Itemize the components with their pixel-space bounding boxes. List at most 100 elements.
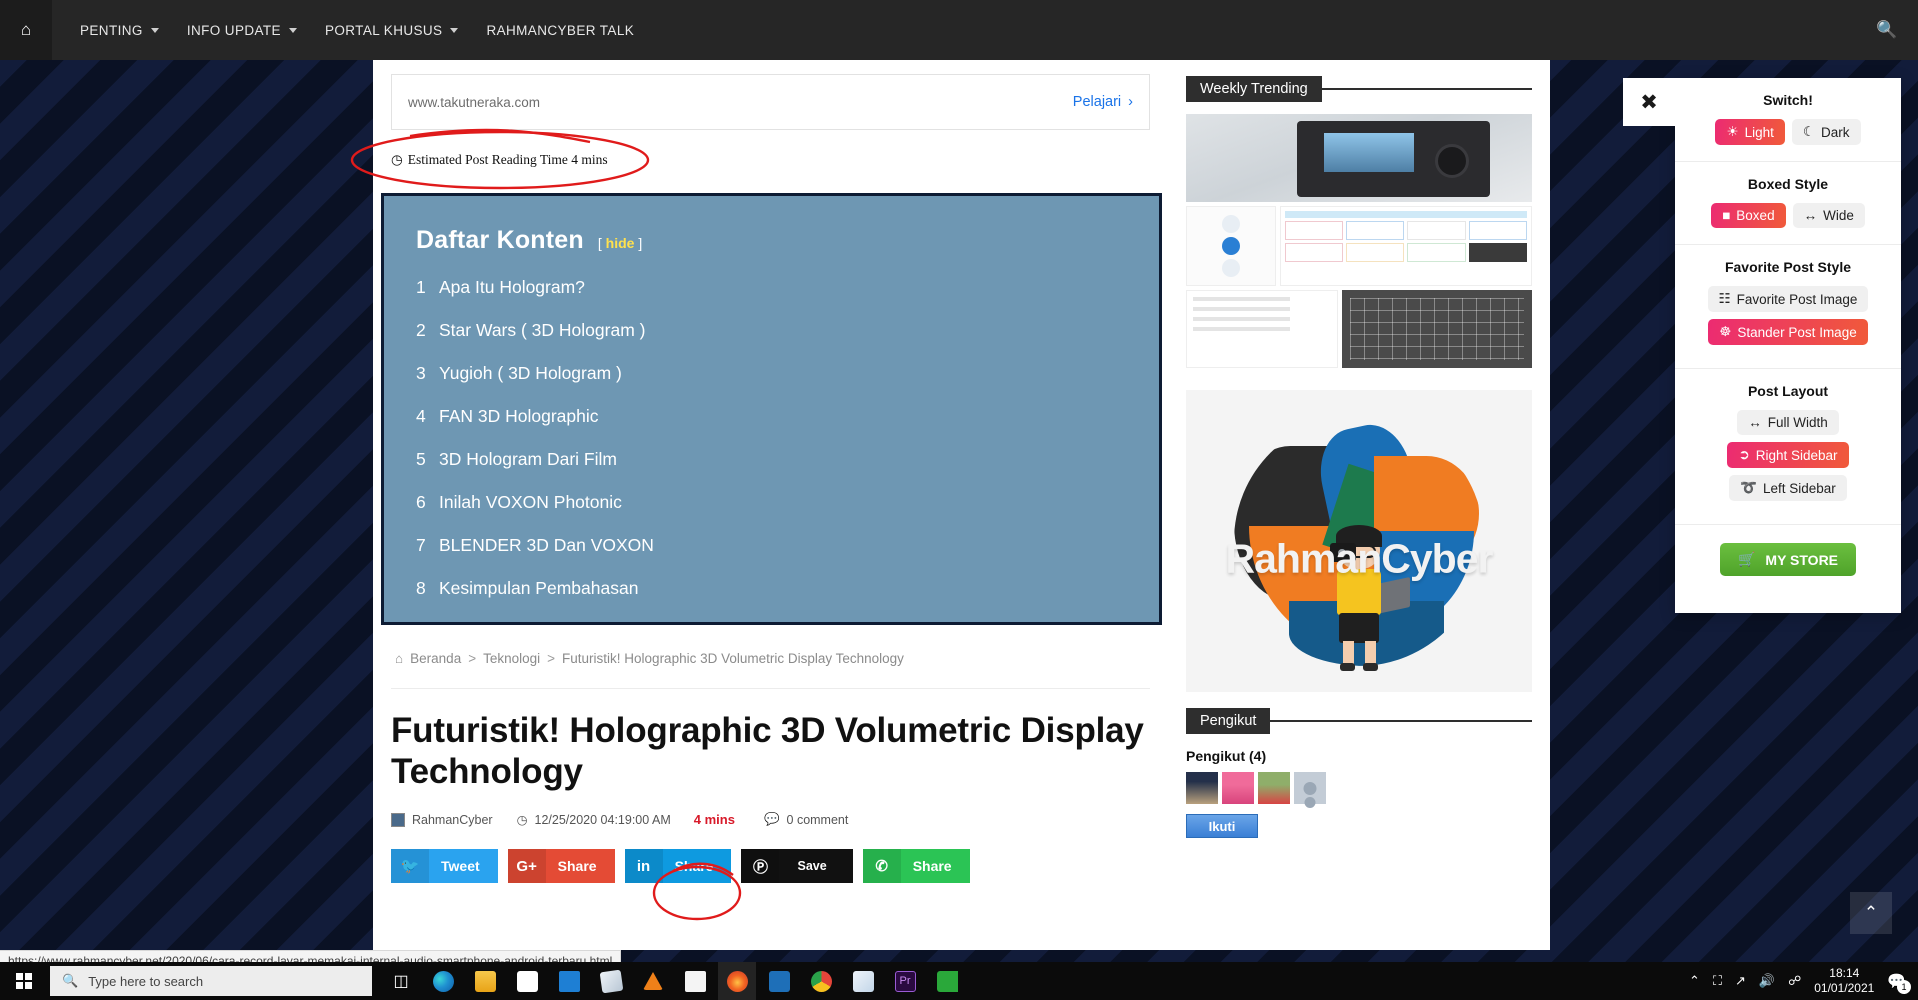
taskbar-search-input[interactable]: 🔍 Type here to search [50, 966, 372, 996]
camtasia-icon[interactable] [928, 962, 966, 1000]
camtasia-glyph [936, 970, 958, 992]
sidebar-column: Weekly Trending RahmanCyber Pengikut Pen… [1168, 60, 1550, 950]
option-full-width[interactable]: ↔ Full Width [1737, 410, 1839, 435]
post-author[interactable]: RahmanCyber [412, 813, 493, 827]
shoe-shape [1363, 662, 1378, 671]
toc-item[interactable]: 1 Apa Itu Hologram? [416, 277, 1159, 298]
trending-thumbnail-camera[interactable] [1186, 114, 1532, 202]
pinterest-icon: Ⓟ [741, 849, 780, 884]
avatar[interactable] [1222, 772, 1254, 804]
windows-logo-shape [16, 973, 32, 989]
vlc-icon[interactable] [634, 962, 672, 1000]
share-pinterest-button[interactable]: Ⓟ Save [741, 849, 853, 884]
webcam-icon[interactable]: ⛶ [1713, 973, 1722, 989]
premiere-pro-icon[interactable]: Pr [886, 962, 924, 1000]
my-store-button[interactable]: 🛒 MY STORE [1720, 543, 1856, 576]
share-google-plus-button[interactable]: G+ Share [507, 849, 615, 884]
notification-icon[interactable]: 💬 1 [1887, 972, 1911, 994]
option-boxed[interactable]: ■ Boxed [1711, 203, 1786, 228]
option-label: Boxed [1736, 208, 1775, 223]
followers-count: Pengikut (4) [1186, 748, 1267, 764]
home-icon[interactable]: ⌂ [0, 0, 52, 60]
toc-item[interactable]: 2 Star Wars ( 3D Hologram ) [416, 320, 1159, 341]
option-left-sidebar[interactable]: ➰ Left Sidebar [1729, 475, 1847, 501]
option-favorite-post-image[interactable]: ☷ Favorite Post Image [1707, 286, 1869, 312]
moon-icon: ☾ [1802, 124, 1815, 139]
text-line-shape [1193, 297, 1290, 301]
settings-section-switch: Switch! ☀ Light ☾ Dark [1675, 78, 1901, 162]
toc-item[interactable]: 6 Inilah VOXON Photonic [416, 492, 1159, 513]
toc-hide-toggle[interactable]: [ hide ] [598, 235, 642, 251]
site-top-navigation: ⌂ PENTING INFO UPDATE PORTAL KHUSUS RAHM… [0, 0, 1918, 60]
icon-chip [1221, 259, 1240, 277]
option-dark-mode[interactable]: ☾ Dark [1791, 119, 1861, 145]
chrome-glyph [810, 970, 832, 992]
share-twitter-button[interactable]: 🐦 Tweet [391, 849, 498, 884]
clock[interactable]: 18:14 01/01/2021 [1814, 966, 1874, 996]
media-player-icon[interactable] [760, 962, 798, 1000]
ad-cta-link[interactable]: Pelajari › [1073, 94, 1133, 110]
sticky-notes-icon[interactable] [592, 962, 630, 1000]
post-meta: RahmanCyber ◷ 12/25/2020 04:19:00 AM 4 m… [391, 812, 1150, 827]
post-comment-count[interactable]: 0 comment [787, 813, 849, 827]
text-line-shape [1193, 327, 1290, 331]
edge-icon[interactable] [424, 962, 462, 1000]
chrome-icon[interactable] [802, 962, 840, 1000]
option-label: Dark [1820, 124, 1850, 140]
breadcrumb-home[interactable]: Beranda [410, 651, 461, 666]
movie-maker-icon[interactable] [676, 962, 714, 1000]
trending-thumbnail-templates[interactable] [1279, 206, 1532, 286]
task-view-icon[interactable]: ◫ [382, 962, 420, 1000]
nav-item-rahmancyber-talk[interactable]: RAHMANCYBER TALK [472, 0, 648, 60]
section-title: Switch! [1763, 92, 1813, 108]
breadcrumb-category[interactable]: Teknologi [483, 651, 540, 666]
bluetooth-icon[interactable]: ☍ [1788, 973, 1801, 989]
trending-thumbnail-video-wall[interactable] [1342, 290, 1532, 368]
home-icon: ⌂ [395, 651, 404, 666]
reading-time-text: Estimated Post Reading Time 4 mins [407, 152, 608, 167]
nav-item-info-update[interactable]: INFO UPDATE [173, 0, 311, 60]
trending-thumbnail-row [1186, 290, 1532, 368]
nav-item-portal-khusus[interactable]: PORTAL KHUSUS [311, 0, 472, 60]
windows-logo-icon[interactable] [0, 962, 48, 1000]
share-whatsapp-button[interactable]: ✆ Share [862, 849, 970, 884]
firefox-icon[interactable] [718, 962, 756, 1000]
search-icon[interactable]: 🔍 [1856, 0, 1918, 60]
widget-title: Pengikut [1186, 708, 1271, 734]
toc-item[interactable]: 3 Yugioh ( 3D Hologram ) [416, 363, 1159, 384]
toc-item[interactable]: 7 BLENDER 3D Dan VOXON [416, 535, 1159, 556]
rahmancyber-logo-banner[interactable]: RahmanCyber [1186, 390, 1532, 692]
toc-item[interactable]: 5 3D Hologram Dari Film [416, 449, 1159, 470]
advertisement-banner[interactable]: www.takutneraka.com Pelajari › [391, 74, 1150, 130]
close-icon[interactable]: ✖ [1623, 78, 1675, 126]
trending-thumbnail-document[interactable] [1186, 290, 1339, 368]
back-to-top-button[interactable]: ⌃ [1850, 892, 1892, 934]
mail-icon[interactable] [550, 962, 588, 1000]
option-stander-post-image[interactable]: ☸ Stander Post Image [1708, 319, 1868, 345]
nav-item-penting[interactable]: PENTING [66, 0, 173, 60]
option-wide[interactable]: ↔ Wide [1792, 203, 1865, 228]
avatar[interactable] [1258, 772, 1290, 804]
snipping-tool-icon[interactable] [844, 962, 882, 1000]
wifi-icon[interactable]: ↗ [1735, 973, 1746, 989]
share-label: Share [674, 858, 714, 875]
toc-header: Daftar Konten [ hide ] [416, 226, 1159, 255]
microsoft-store-icon[interactable] [508, 962, 546, 1000]
chevron-up-icon[interactable]: ⌃ [1689, 973, 1700, 989]
follow-button[interactable]: Ikuti [1186, 814, 1258, 838]
chevron-up-icon: ⌃ [1863, 903, 1879, 922]
option-light-mode[interactable]: ☀ Light [1715, 119, 1785, 145]
option-row: ☀ Light ☾ Dark [1685, 119, 1891, 145]
toc-item[interactable]: 8 Kesimpulan Pembahasan [416, 578, 1159, 599]
toc-item-number: 4 [416, 406, 426, 426]
option-right-sidebar[interactable]: ➲ Right Sidebar [1727, 442, 1849, 468]
breadcrumb: ⌂ Beranda > Teknologi > Futuristik! Holo… [391, 651, 1150, 689]
share-label: Share [557, 858, 597, 875]
toc-item[interactable]: 4 FAN 3D Holographic [416, 406, 1159, 427]
share-linkedin-button[interactable]: in Share [624, 849, 732, 884]
file-explorer-icon[interactable] [466, 962, 504, 1000]
avatar[interactable] [1294, 772, 1326, 804]
volume-icon[interactable]: 🔊 [1759, 973, 1775, 989]
trending-thumbnail-settings[interactable] [1186, 206, 1276, 286]
avatar[interactable] [1186, 772, 1218, 804]
